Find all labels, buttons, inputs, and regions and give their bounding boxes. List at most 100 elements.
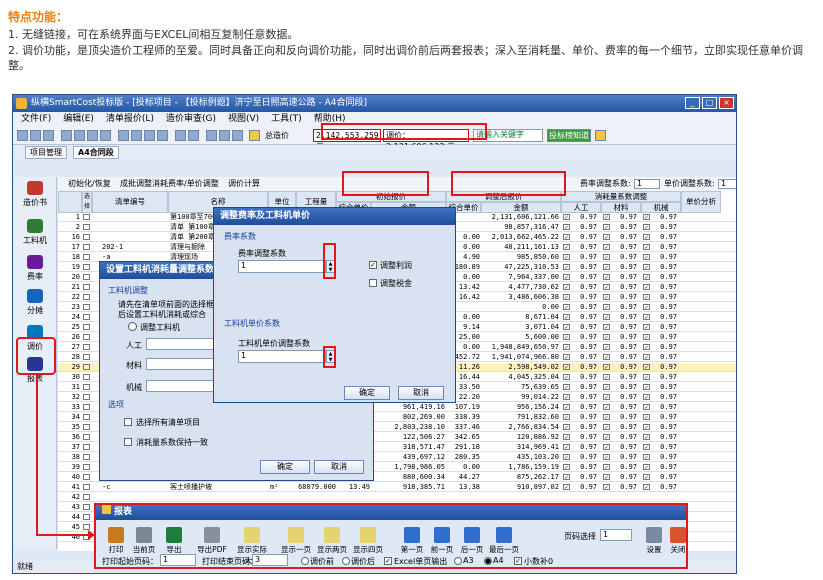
rate-coef-dialog-input[interactable]: 1 [238,260,326,273]
row-checkbox[interactable] [83,224,90,230]
coef-checkbox[interactable]: ✓ [643,224,650,230]
up-icon[interactable] [144,130,155,141]
coef-checkbox[interactable]: ✓ [603,264,610,270]
coef-checkbox[interactable]: ✓ [603,294,610,300]
coef-checkbox[interactable]: ✓ [563,414,570,420]
coef-checkbox[interactable]: ✓ [643,424,650,430]
coef-checkbox[interactable]: ✓ [643,334,650,340]
folder-icon[interactable] [595,130,606,141]
minimize-button[interactable]: _ [685,97,700,109]
coef-checkbox[interactable]: ✓ [603,344,610,350]
adjust-profit-checkbox[interactable]: ✓ [369,261,377,269]
row-checkbox[interactable] [83,454,90,460]
coef-checkbox[interactable]: ✓ [603,444,610,450]
row-checkbox[interactable] [83,344,90,350]
one-page-button[interactable]: 显示一页 [280,527,312,555]
table-row[interactable]: 42 [58,493,736,502]
coef-checkbox[interactable]: ✓ [603,404,610,410]
row-checkbox[interactable] [83,504,90,510]
nav-item-2[interactable]: 费率 [17,255,53,282]
paste-icon[interactable] [87,130,98,141]
consistent-coef-checkbox[interactable] [124,438,132,446]
coef-checkbox[interactable]: ✓ [643,284,650,290]
table-row[interactable]: 41 -c 客土喷播护坡 m² 68079.000 13.49 918,385.71 13.3… [58,483,736,492]
coef-checkbox[interactable]: ✓ [563,294,570,300]
close-button[interactable]: × [719,97,734,109]
down-icon[interactable] [157,130,168,141]
row-checkbox[interactable] [83,244,90,250]
rate-ok-button[interactable]: 确定 [344,386,390,400]
row-checkbox[interactable] [83,304,90,310]
coef-checkbox[interactable]: ✓ [563,214,570,220]
coef-checkbox[interactable]: ✓ [563,354,570,360]
coef-checkbox[interactable]: ✓ [563,344,570,350]
coef-checkbox[interactable]: ✓ [603,474,610,480]
coef-checkbox[interactable]: ✓ [643,484,650,490]
coef-checkbox[interactable]: ✓ [563,264,570,270]
row-checkbox[interactable] [83,314,90,320]
price-coef-dialog-input[interactable]: 1 [238,350,326,363]
coef-checkbox[interactable]: ✓ [643,294,650,300]
nav-item-0[interactable]: 造价书 [17,181,53,208]
coef-checkbox[interactable]: ✓ [563,434,570,440]
outdent-icon[interactable] [131,130,142,141]
save-icon[interactable] [43,130,54,141]
coef-checkbox[interactable]: ✓ [563,424,570,430]
material-input[interactable] [146,358,216,370]
current-page-button[interactable]: 当前页 [128,527,160,555]
coef-checkbox[interactable]: ✓ [643,254,650,260]
pdf-button[interactable]: 导出PDF [196,527,228,555]
nav-item-1[interactable]: 工料机 [17,219,53,246]
menu-item[interactable]: 文件(F) [21,114,51,124]
after-adjust-radio[interactable] [342,557,350,565]
coef-checkbox[interactable]: ✓ [563,384,570,390]
row-checkbox[interactable] [83,424,90,430]
coef-checkbox[interactable]: ✓ [603,424,610,430]
row-checkbox[interactable] [83,494,90,500]
row-checkbox[interactable] [83,384,90,390]
coef-checkbox[interactable]: ✓ [643,374,650,380]
coef-checkbox[interactable]: ✓ [643,244,650,250]
coef-checkbox[interactable]: ✓ [643,314,650,320]
coef-checkbox[interactable]: ✓ [563,234,570,240]
coef-checkbox[interactable]: ✓ [643,414,650,420]
first-page-button[interactable]: 第一页 [396,527,428,555]
coef-checkbox[interactable]: ✓ [563,454,570,460]
coef-checkbox[interactable]: ✓ [603,394,610,400]
row-checkbox[interactable] [83,364,90,370]
coef-checkbox[interactable]: ✓ [643,464,650,470]
menu-item[interactable]: 工具(T) [271,114,302,124]
coef-checkbox[interactable]: ✓ [603,464,610,470]
coef-checkbox[interactable]: ✓ [603,434,610,440]
coef-checkbox[interactable]: ✓ [643,444,650,450]
select-all-checkbox[interactable] [124,418,132,426]
coef-checkbox[interactable]: ✓ [563,274,570,280]
coef-checkbox[interactable]: ✓ [563,404,570,410]
row-checkbox[interactable] [83,264,90,270]
coef-checkbox[interactable]: ✓ [643,264,650,270]
batch-consume-button[interactable]: 成批调整消耗 [120,177,168,191]
coef-checkbox[interactable]: ✓ [603,224,610,230]
coef-checkbox[interactable]: ✓ [563,364,570,370]
coef-checkbox[interactable]: ✓ [643,304,650,310]
rate-price-button[interactable]: 费率/单价调整 [168,177,219,191]
coef-checkbox[interactable]: ✓ [643,364,650,370]
coef-checkbox[interactable]: ✓ [603,284,610,290]
coef-checkbox[interactable]: ✓ [603,364,610,370]
menu-item[interactable]: 清单报价(L) [106,114,154,124]
coef-checkbox[interactable]: ✓ [603,314,610,320]
row-checkbox[interactable] [83,444,90,450]
consume-ok-button[interactable]: 确定 [260,460,310,474]
sort-icon[interactable] [206,130,217,141]
coef-checkbox[interactable]: ✓ [603,214,610,220]
new-icon[interactable] [17,130,28,141]
labor-input[interactable] [146,338,216,350]
row-checkbox[interactable] [83,284,90,290]
coef-checkbox[interactable]: ✓ [603,484,610,490]
coef-checkbox[interactable]: ✓ [563,464,570,470]
menu-item[interactable]: 造价审查(G) [166,114,216,124]
coef-checkbox[interactable]: ✓ [603,374,610,380]
coef-checkbox[interactable]: ✓ [643,384,650,390]
next-page-button[interactable]: 后一页 [456,527,488,555]
coef-checkbox[interactable]: ✓ [563,334,570,340]
